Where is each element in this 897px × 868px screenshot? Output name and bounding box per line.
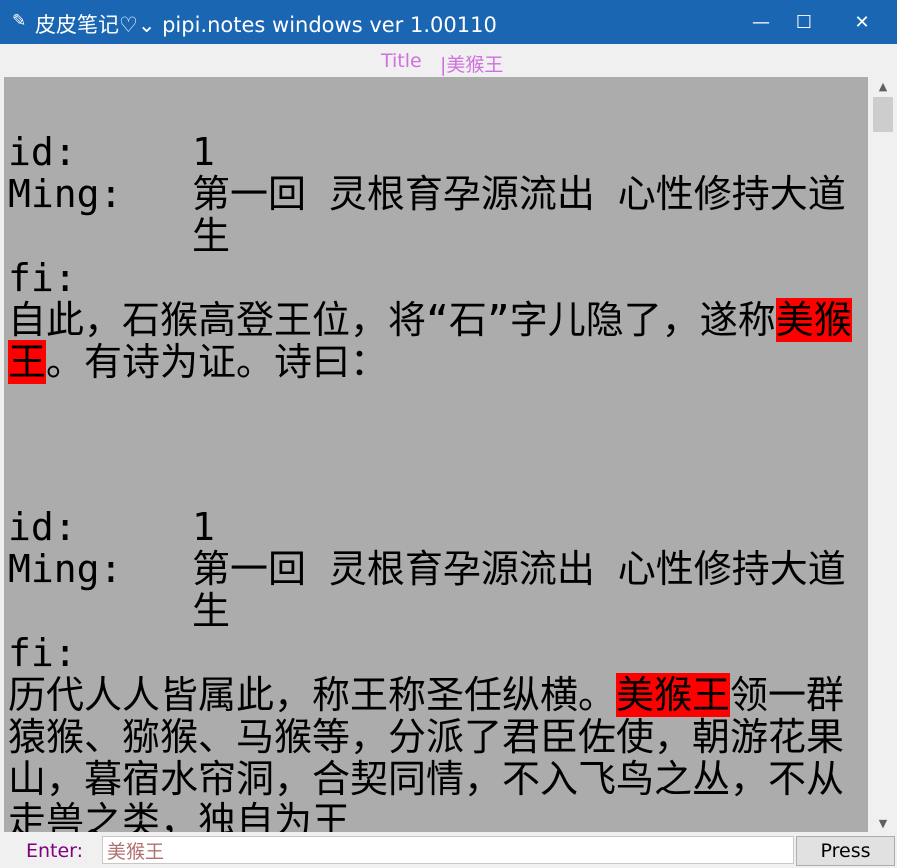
window-titlebar: ✎ 皮皮笔记♡⌄ pipi.notes windows ver 1.00110 … [0,0,897,44]
ming-row: Ming: 第一回 灵根育孕源流出 心性修持大道生 [8,548,864,632]
window-title: 皮皮笔记♡⌄ pipi.notes windows ver 1.00110 [35,13,497,37]
enter-row: Enter: Press [0,834,897,868]
note-entry: id: 1 Ming: 第一回 灵根育孕源流出 心性修持大道生 fi: 自此，石… [8,131,864,384]
scroll-up-icon[interactable]: ▲ [871,77,895,97]
title-value: |美猴王 [440,54,504,76]
maximize-button[interactable]: ☐ [776,0,832,44]
scroll-thumb[interactable] [873,97,893,132]
ming-value: 第一回 灵根育孕源流出 心性修持大道生 [192,172,846,258]
id-row: id: 1 [8,131,864,173]
id-key: id: [8,505,77,549]
ming-row: Ming: 第一回 灵根育孕源流出 心性修持大道生 [8,173,864,257]
fi-text-before: 历代人人皆属此，称王称圣任纵横。 [8,673,617,717]
close-button[interactable]: ✕ [834,0,890,44]
id-row: id: 1 [8,506,864,548]
fi-key: fi: [8,256,77,300]
ming-key: Ming: [8,547,123,591]
scroll-down-icon[interactable]: ▼ [871,814,895,834]
enter-label: Enter: [26,840,84,862]
minimize-icon: — [752,11,770,33]
fi-key: fi: [8,631,77,675]
ming-value: 第一回 灵根育孕源流出 心性修持大道生 [192,547,846,633]
id-key: id: [8,130,77,174]
maximize-icon: ☐ [795,11,813,33]
vertical-scrollbar[interactable]: ▲ ▼ [871,77,895,834]
fi-text: 自此，石猴高登王位，将“石”字儿隐了，遂称美猴王。有诗为证。诗曰： [8,298,864,384]
notes-content[interactable]: id: 1 Ming: 第一回 灵根育孕源流出 心性修持大道生 fi: 自此，石… [4,77,868,832]
search-highlight: 美猴王 [616,673,731,717]
fi-text-before: 自此，石猴高登王位，将“石”字儿隐了，遂称 [8,298,776,342]
search-input[interactable] [102,836,794,864]
id-value: 1 [192,130,215,174]
close-icon: ✕ [854,11,870,33]
press-button[interactable]: Press [796,836,895,866]
note-entry: id: 1 Ming: 第一回 灵根育孕源流出 心性修持大道生 fi: 历代人人… [8,506,864,832]
quill-icon: ✎ [12,11,27,31]
title-row: Title |美猴王 [0,44,897,77]
id-value: 1 [192,505,215,549]
title-label: Title [381,50,422,72]
fi-text: 历代人人皆属此，称王称圣任纵横。美猴王领一群猿猴、猕猴、马猴等，分派了君臣佐使，… [8,673,864,832]
ming-key: Ming: [8,172,123,216]
fi-text-after: 。有诗为证。诗曰： [46,340,389,384]
